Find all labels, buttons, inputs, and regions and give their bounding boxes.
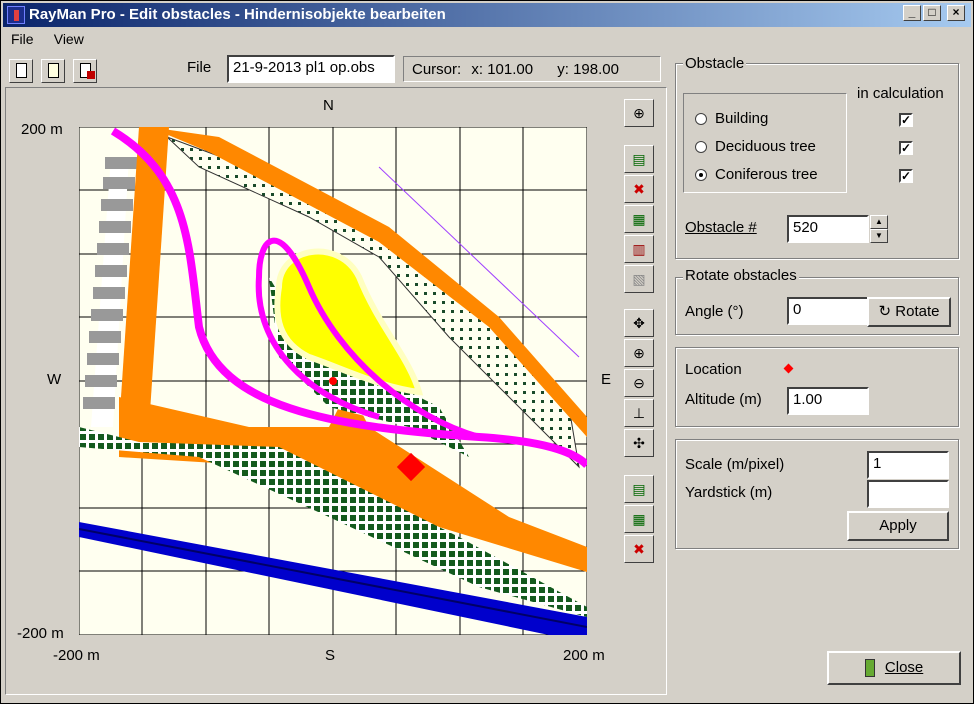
- scale-field[interactable]: 1: [867, 451, 949, 479]
- new-file-button[interactable]: [9, 59, 33, 83]
- file-label: File: [187, 59, 212, 76]
- zoom-fit-button[interactable]: ⊥: [624, 399, 654, 427]
- export-icon: ▦: [632, 511, 646, 527]
- rotate-icon: ↻: [878, 303, 892, 320]
- radio-deciduous[interactable]: [695, 141, 707, 153]
- obstacle-map[interactable]: [79, 127, 587, 635]
- zoom-in-icon: ⊕: [633, 345, 645, 361]
- maximize-button[interactable]: □: [923, 5, 941, 21]
- calc-deciduous-checkbox[interactable]: ✓: [899, 141, 913, 155]
- pan-icon: ✥: [633, 315, 645, 331]
- delete-obstacle-button[interactable]: ✖: [624, 175, 654, 203]
- zoom-extent-button[interactable]: ✣: [624, 429, 654, 457]
- number-down-button[interactable]: ▼: [870, 229, 888, 243]
- extent-icon: ✣: [633, 435, 645, 451]
- number-up-button[interactable]: ▲: [870, 215, 888, 229]
- y-top-label: 200 m: [21, 121, 63, 138]
- close-door-icon: [864, 659, 875, 678]
- altitude-label: Altitude (m): [685, 391, 762, 408]
- cursor-x: x: 101.00: [471, 61, 534, 78]
- type-building-label: Building: [715, 110, 769, 127]
- x-right-label: 200 m: [563, 647, 605, 664]
- obstacle-number-label: Obstacle #: [685, 219, 757, 236]
- open-doc-icon: [48, 63, 59, 78]
- cursor-readout: Cursor: x: 101.00 y: 198.00: [403, 56, 661, 82]
- yardstick-label: Yardstick (m): [685, 484, 773, 501]
- title-bar: RayMan Pro - Edit obstacles - Hinderniso…: [3, 3, 971, 27]
- apply-button[interactable]: Apply: [847, 511, 949, 541]
- angle-label: Angle (°): [685, 303, 744, 320]
- location-marker: [329, 377, 337, 385]
- altitude-field[interactable]: 1.00: [787, 387, 869, 415]
- east-label: E: [601, 371, 612, 388]
- rotate-button-label: Rotate: [895, 303, 940, 320]
- rotate-group-title: Rotate obstacles: [683, 267, 799, 284]
- cursor-label: Cursor:: [412, 61, 462, 78]
- new-doc-icon: [16, 63, 27, 78]
- disabled-icon: ▧: [632, 271, 646, 287]
- add-obstacle-button[interactable]: ▤: [624, 145, 654, 173]
- close-button-label: Close: [884, 659, 924, 676]
- zoom-out-icon: ⊖: [633, 375, 645, 391]
- move-icon: ▥: [632, 241, 646, 257]
- angle-field[interactable]: 0: [787, 297, 869, 325]
- close-window-button[interactable]: ×: [947, 5, 965, 21]
- menu-bar: File View: [3, 29, 971, 49]
- scale-label: Scale (m/pixel): [685, 456, 785, 473]
- save-badge-icon: [87, 71, 95, 79]
- west-label: W: [47, 371, 62, 388]
- close-button[interactable]: Close: [827, 651, 961, 685]
- open-file-button[interactable]: [41, 59, 65, 83]
- import-button[interactable]: ▤: [624, 475, 654, 503]
- calc-coniferous-checkbox[interactable]: ✓: [899, 169, 913, 183]
- cursor-y: y: 198.00: [557, 61, 619, 78]
- menu-view[interactable]: View: [46, 29, 92, 49]
- add-icon: ▤: [632, 151, 646, 167]
- import-icon: ▤: [632, 481, 646, 497]
- location-label: Location: [685, 361, 742, 378]
- export-button[interactable]: ▦: [624, 505, 654, 533]
- calc-building-checkbox[interactable]: ✓: [899, 113, 913, 127]
- delete-icon: ✖: [633, 181, 645, 197]
- fit-icon: ⊥: [632, 405, 646, 421]
- move-obstacle-button[interactable]: ▥: [624, 235, 654, 263]
- yardstick-field[interactable]: [867, 480, 949, 508]
- clear-button[interactable]: ✖: [624, 535, 654, 563]
- y-bottom-label: -200 m: [17, 625, 64, 642]
- in-calculation-label: in calculation: [857, 85, 944, 102]
- x-left-label: -200 m: [53, 647, 100, 664]
- app-window: RayMan Pro - Edit obstacles - Hinderniso…: [0, 0, 974, 704]
- crosshair-icon: ⊕: [633, 105, 645, 121]
- file-name-field[interactable]: 21-9-2013 pl1 op.obs: [227, 55, 395, 83]
- obstacle-number-field[interactable]: 520: [787, 215, 869, 243]
- obstacle-group-title: Obstacle: [683, 55, 747, 72]
- zoom-in-button[interactable]: ⊕: [624, 339, 654, 367]
- app-icon: [7, 6, 25, 24]
- zoom-out-button[interactable]: ⊖: [624, 369, 654, 397]
- pan-button[interactable]: ✥: [624, 309, 654, 337]
- radio-building[interactable]: [695, 113, 707, 125]
- copy-obstacle-button[interactable]: ▦: [624, 205, 654, 233]
- menu-file[interactable]: File: [3, 29, 42, 49]
- type-deciduous-label: Deciduous tree: [715, 138, 816, 155]
- disabled-tool-button[interactable]: ▧: [624, 265, 654, 293]
- save-file-button[interactable]: [73, 59, 97, 83]
- copy-icon: ▦: [632, 211, 646, 227]
- north-label: N: [323, 97, 334, 114]
- rotate-button[interactable]: ↻ Rotate: [867, 297, 951, 327]
- radio-coniferous[interactable]: [695, 169, 707, 181]
- center-map-button[interactable]: ⊕: [624, 99, 654, 127]
- clear-icon: ✖: [633, 541, 645, 557]
- south-label: S: [325, 647, 336, 664]
- type-coniferous-label: Coniferous tree: [715, 166, 818, 183]
- minimize-button[interactable]: _: [903, 5, 921, 21]
- window-title: RayMan Pro - Edit obstacles - Hinderniso…: [29, 6, 446, 23]
